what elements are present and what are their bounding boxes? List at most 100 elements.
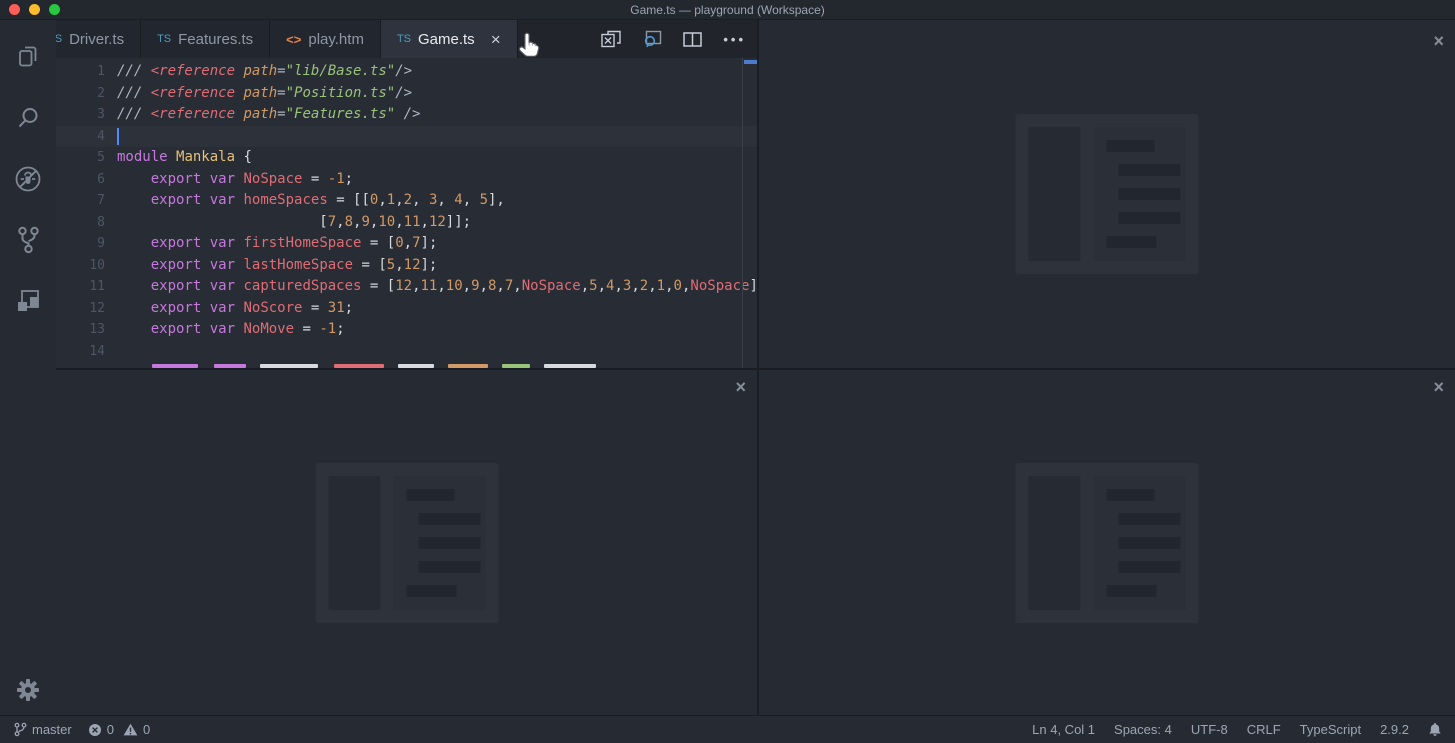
line-number: 1 <box>56 61 105 83</box>
code-text: export var firstHomeSpace = [0,7]; <box>117 233 437 255</box>
code-line[interactable]: 2 /// <reference path="Position.ts"/> <box>56 83 757 105</box>
minimize-window-button[interactable] <box>29 4 40 15</box>
vertical-scrollbar[interactable] <box>742 58 757 368</box>
typescript-file-icon: TS <box>397 33 411 45</box>
zoom-window-button[interactable] <box>49 4 60 15</box>
close-window-button[interactable] <box>9 4 20 15</box>
code-line[interactable]: 8 [7,8,9,10,11,12]]; <box>56 212 757 234</box>
encoding-indicator[interactable]: UTF-8 <box>1191 722 1228 737</box>
code-text: export var capturedSpaces = [12,11,10,9,… <box>117 276 757 298</box>
close-all-editors-icon[interactable] <box>601 30 621 48</box>
code-text: /// <reference path="lib/Base.ts"/> <box>117 61 412 83</box>
line-number: 12 <box>56 298 105 320</box>
problems-indicator[interactable]: 0 0 <box>88 722 154 737</box>
status-bar: master 0 0 Ln 4, Col 1 Spaces: 4 UTF-8 <box>0 715 1455 743</box>
tab-bar: TS Driver.ts TS Features.ts <> play.htm … <box>56 20 757 58</box>
editor-grid: TS Driver.ts TS Features.ts <> play.htm … <box>56 20 1455 715</box>
line-number: 5 <box>56 147 105 169</box>
warning-count: 0 <box>143 722 150 737</box>
window-title: Game.ts — playground (Workspace) <box>630 3 825 17</box>
split-editor-icon[interactable] <box>683 32 702 47</box>
code-line[interactable]: 4 <box>56 126 757 148</box>
error-count: 0 <box>107 722 114 737</box>
tab-label: Driver.ts <box>69 31 124 48</box>
source-control-icon[interactable] <box>0 209 56 270</box>
tab-driver-ts[interactable]: TS Driver.ts <box>56 20 141 58</box>
code-text: export var NoSpace = -1; <box>117 169 353 191</box>
warnings-icon <box>123 723 138 736</box>
close-editor-group-icon[interactable]: × <box>735 378 746 396</box>
close-editor-group-icon[interactable]: × <box>1433 378 1444 396</box>
code-line[interactable]: 13 export var NoMove = -1; <box>56 319 757 341</box>
code-line[interactable]: 10 export var lastHomeSpace = [5,12]; <box>56 255 757 277</box>
search-icon[interactable] <box>0 87 56 148</box>
close-tab-icon[interactable]: × <box>491 31 501 48</box>
indentation-indicator[interactable]: Spaces: 4 <box>1114 722 1172 737</box>
code-text: module Mankala { <box>117 147 252 169</box>
code-line[interactable]: 7 export var homeSpaces = [[0,1,2, 3, 4,… <box>56 190 757 212</box>
code-line[interactable]: 3/// <reference path="Features.ts" /> <box>56 104 757 126</box>
explorer-icon[interactable] <box>0 26 56 87</box>
code-text: export var NoScore = 31; <box>117 298 353 320</box>
code-text: export var lastHomeSpace = [5,12]; <box>117 255 437 277</box>
eol-indicator[interactable]: CRLF <box>1247 722 1281 737</box>
code-editor[interactable]: 1 /// <reference path="lib/Base.ts"/> 2 ///… <box>56 58 757 368</box>
errors-icon <box>88 723 102 737</box>
code-text: export var homeSpaces = [[0,1,2, 3, 4, 5… <box>117 190 505 212</box>
git-branch-icon <box>13 722 27 737</box>
editor-group-empty-bottom-left[interactable]: × <box>56 370 757 715</box>
typescript-version-indicator[interactable]: 2.9.2 <box>1380 722 1409 737</box>
scrollbar-thumb[interactable] <box>744 60 757 64</box>
empty-editor-watermark <box>1016 463 1199 623</box>
vscode-window: Game.ts — playground (Workspace) <box>0 0 1455 743</box>
titlebar: Game.ts — playground (Workspace) <box>0 0 1455 20</box>
activity-bar <box>0 20 56 715</box>
line-number: 2 <box>56 83 105 105</box>
line-number: 3 <box>56 104 105 126</box>
tab-game-ts[interactable]: TS Game.ts × <box>381 20 518 58</box>
cursor-position-indicator[interactable]: Ln 4, Col 1 <box>1032 722 1095 737</box>
code-line[interactable]: 6 export var NoSpace = -1; <box>56 169 757 191</box>
text-cursor <box>117 128 119 145</box>
code-text <box>117 126 119 148</box>
close-editor-group-icon[interactable]: × <box>1433 32 1444 50</box>
line-number: 6 <box>56 169 105 191</box>
code-line[interactable]: 9 export var firstHomeSpace = [0,7]; <box>56 233 757 255</box>
more-actions-icon[interactable]: ••• <box>723 32 746 47</box>
notifications-bell-icon[interactable] <box>1428 722 1442 737</box>
editor-group-empty-top-right[interactable]: × <box>759 20 1455 368</box>
debug-icon[interactable] <box>0 148 56 209</box>
code-line[interactable]: 11 export var capturedSpaces = [12,11,10… <box>56 276 757 298</box>
line-number: 9 <box>56 233 105 255</box>
code-line[interactable]: 1 /// <reference path="lib/Base.ts"/> <box>56 61 757 83</box>
code-text: [7,8,9,10,11,12]]; <box>117 212 471 234</box>
code-line[interactable]: 14 <box>56 341 757 363</box>
tab-play-htm[interactable]: <> play.htm <box>270 20 381 58</box>
code-line[interactable]: 5 module Mankala { <box>56 147 757 169</box>
search-preview-icon[interactable] <box>642 30 662 49</box>
code-text: /// <reference path="Position.ts"/> <box>117 83 412 105</box>
typescript-file-icon: TS <box>56 33 62 45</box>
tab-label: Features.ts <box>178 31 253 48</box>
tab-label: play.htm <box>308 31 364 48</box>
settings-gear-icon[interactable] <box>0 677 56 703</box>
editor-group-empty-bottom-right[interactable]: × <box>759 370 1455 715</box>
line-number: 4 <box>56 126 105 148</box>
empty-editor-watermark <box>315 463 498 623</box>
empty-editor-watermark <box>1016 114 1199 274</box>
line-number: 8 <box>56 212 105 234</box>
code-line[interactable]: 12 export var NoScore = 31; <box>56 298 757 320</box>
git-branch-indicator[interactable]: master <box>13 722 72 737</box>
tab-features-ts[interactable]: TS Features.ts <box>141 20 270 58</box>
line-number: 7 <box>56 190 105 212</box>
editor-group-active: TS Driver.ts TS Features.ts <> play.htm … <box>56 20 757 368</box>
code-text: export var NoMove = -1; <box>117 319 345 341</box>
code-lines: 1 /// <reference path="lib/Base.ts"/> 2 ///… <box>56 61 757 362</box>
tab-label: Game.ts <box>418 31 475 48</box>
extensions-icon[interactable] <box>0 270 56 331</box>
line-number: 14 <box>56 341 105 363</box>
typescript-file-icon: TS <box>157 33 171 45</box>
line-number: 11 <box>56 276 105 298</box>
language-mode-indicator[interactable]: TypeScript <box>1300 722 1361 737</box>
line-number: 10 <box>56 255 105 277</box>
